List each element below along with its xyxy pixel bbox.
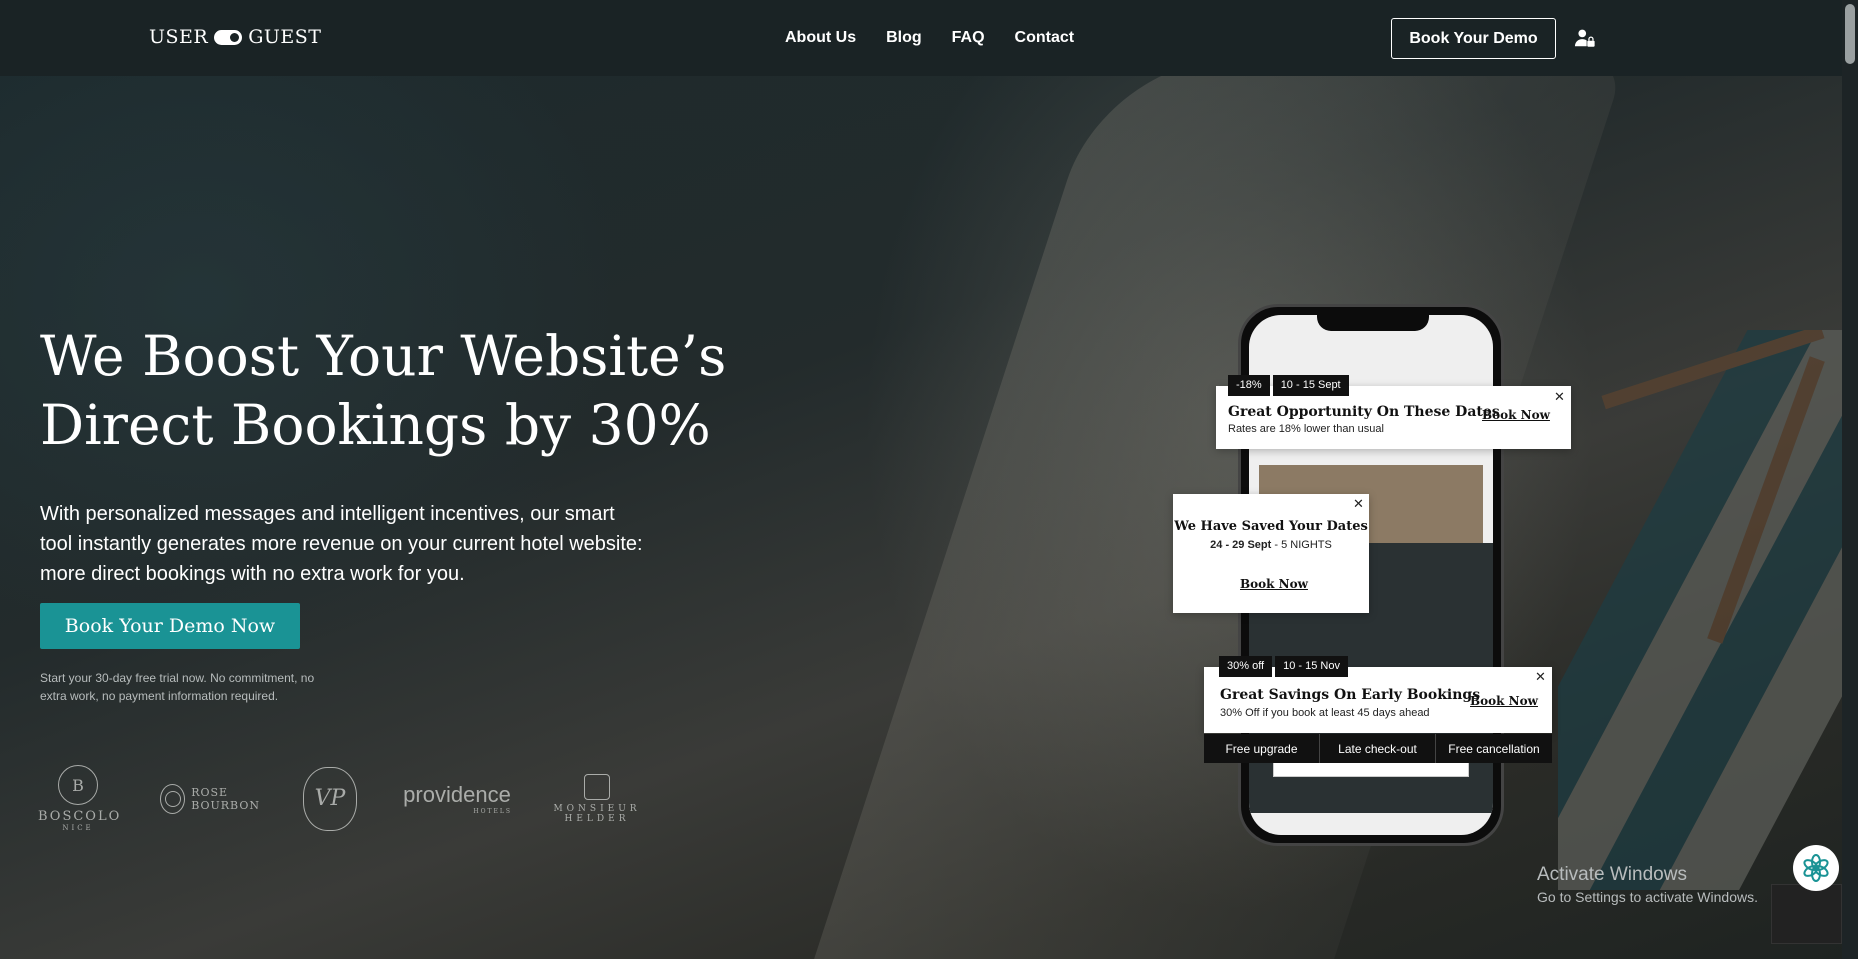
perk-free-cancellation: Free cancellation: [1436, 734, 1552, 763]
partner-logo-boscolo: B BOSCOLO NICE: [38, 765, 119, 832]
saved-dates-card: ✕ We Have Saved Your Dates 24 - 29 Sept …: [1173, 494, 1369, 613]
nav-contact[interactable]: Contact: [1015, 29, 1075, 47]
perks-bar: Free upgrade Late check-out Free cancell…: [1204, 734, 1552, 763]
discount-tag: 30% off: [1219, 656, 1273, 677]
close-icon[interactable]: ✕: [1535, 670, 1546, 685]
saved-dates-title: We Have Saved Your Dates: [1174, 519, 1368, 534]
nav-blog[interactable]: Blog: [886, 29, 922, 47]
hero-title: We Boost Your Website’s Direct Bookings …: [40, 322, 740, 460]
close-icon[interactable]: ✕: [1353, 497, 1364, 512]
dates-tag: 10 - 15 Sept: [1272, 375, 1349, 396]
brand-logo[interactable]: USER GUEST: [149, 26, 321, 48]
nav-about-us[interactable]: About Us: [785, 29, 856, 47]
partner-logo-providence: providence HOTELS: [403, 782, 512, 815]
activate-windows-subtitle: Go to Settings to activate Windows.: [1537, 889, 1758, 905]
partner-logo-vp: VP: [300, 766, 360, 831]
activate-windows-notice: Activate Windows Go to Settings to activ…: [1537, 864, 1758, 905]
hero-subtitle: With personalized messages and intellige…: [40, 503, 643, 585]
openai-flower-icon: [1803, 854, 1829, 882]
background-deck-chair: [1558, 330, 1858, 890]
early-bookings-text: 30% Off if you book at least 45 days ahe…: [1220, 707, 1430, 719]
hero-title-line2: Direct Bookings by 30%: [40, 393, 711, 457]
discount-tag: -18%: [1228, 375, 1270, 396]
recaptcha-badge[interactable]: [1771, 884, 1842, 944]
trial-note: Start your 30-day free trial now. No com…: [40, 671, 315, 703]
saved-dates-range: 24 - 29 Sept: [1210, 539, 1272, 551]
hero-title-line1: We Boost Your Website’s: [40, 324, 727, 388]
saved-dates-separator: -: [1271, 539, 1282, 551]
partner-logos: B BOSCOLO NICE ROSE BOURBON VP providenc…: [38, 765, 647, 832]
perk-free-upgrade: Free upgrade: [1204, 734, 1320, 763]
book-demo-header-button[interactable]: Book Your Demo: [1391, 18, 1556, 59]
toggle-icon: [214, 29, 243, 45]
scrollbar-thumb[interactable]: [1845, 4, 1855, 64]
opportunity-book-now-link[interactable]: Book Now: [1482, 408, 1550, 422]
page-scrollbar[interactable]: [1842, 0, 1858, 959]
perk-late-checkout: Late check-out: [1320, 734, 1436, 763]
opportunity-tags: -18% 10 - 15 Sept: [1228, 375, 1349, 396]
close-icon[interactable]: ✕: [1554, 390, 1565, 405]
saved-dates-book-now-link[interactable]: Book Now: [1240, 577, 1308, 591]
saved-dates-nights: 5 NIGHTS: [1281, 539, 1332, 551]
nav-faq[interactable]: FAQ: [952, 29, 985, 47]
partner-logo-monsieur-helder: MONSIEUR HELDER: [547, 773, 647, 824]
site-header: USER GUEST About Us Blog FAQ Contact Boo…: [0, 0, 1842, 76]
early-bookings-tags: 30% off 10 - 15 Nov: [1219, 656, 1348, 677]
user-account-icon[interactable]: [1574, 27, 1596, 49]
book-demo-now-button[interactable]: Book Your Demo Now: [40, 603, 300, 649]
opportunity-title: Great Opportunity On These Dates: [1228, 404, 1500, 420]
partner-logo-rose-bourbon: ROSE BOURBON: [160, 783, 260, 814]
brand-logo-left: USER: [149, 26, 209, 48]
phone-notch: [1317, 307, 1429, 331]
early-bookings-card: 30% off 10 - 15 Nov Great Savings On Ear…: [1204, 656, 1552, 733]
opportunity-card: -18% 10 - 15 Sept Great Opportunity On T…: [1216, 375, 1571, 449]
brand-logo-right: GUEST: [248, 26, 322, 48]
main-nav: About Us Blog FAQ Contact: [785, 29, 1104, 47]
chat-assistant-icon[interactable]: [1793, 845, 1839, 891]
activate-windows-title: Activate Windows: [1537, 864, 1687, 885]
saved-dates-info: 24 - 29 Sept - 5 NIGHTS: [1173, 539, 1369, 551]
opportunity-text: Rates are 18% lower than usual: [1228, 423, 1384, 435]
early-bookings-book-now-link[interactable]: Book Now: [1470, 694, 1538, 708]
early-bookings-title: Great Savings On Early Bookings: [1220, 687, 1481, 703]
dates-tag: 10 - 15 Nov: [1275, 656, 1348, 677]
